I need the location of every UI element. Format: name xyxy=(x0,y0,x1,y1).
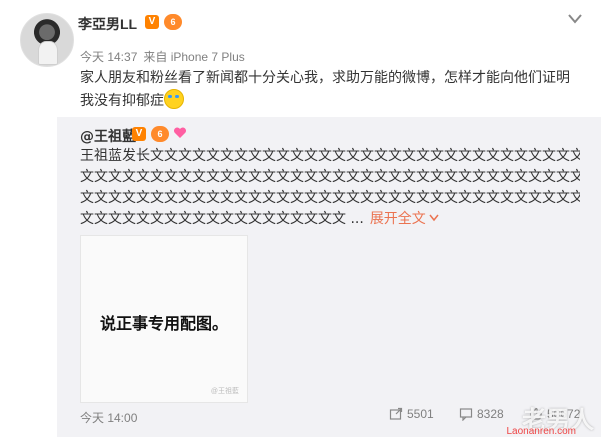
repost-text: 王祖蓝发长文文文文文文文文文文文文文文文文文文文文文文文文文文文文文文文文 文文… xyxy=(80,146,580,230)
post-source: 来自 iPhone 7 Plus xyxy=(143,50,245,64)
vip-badge-icon: 6 xyxy=(164,14,182,30)
expand-chevron-icon xyxy=(429,214,439,222)
site-watermark: 老男人 Laonanren.com xyxy=(378,404,600,437)
post-content-line-2-text: 我没有抑郁症 xyxy=(80,93,164,109)
verified-badge-icon: V xyxy=(145,15,159,29)
repost-vip-badge-icon: 6 xyxy=(151,126,169,142)
heart-icon xyxy=(173,127,187,138)
repost-text-line-1: 王祖蓝发长文文文文文文文文文文文文文文文文文文文文文文文文文文文文文文文文 xyxy=(80,148,580,164)
post-username[interactable]: 李亞男LL xyxy=(78,14,137,34)
repost-time[interactable]: 今天 14:00 xyxy=(80,409,137,426)
repost-vip-level: 6 xyxy=(157,129,163,139)
repost-username[interactable]: @王祖藍 xyxy=(80,126,136,146)
chevron-down-icon[interactable] xyxy=(566,12,584,26)
repost-text-line-2: 文文文文文文文文文文文文文文文文文文文文文文文文文文文文文文文文文文文文文文文文… xyxy=(80,169,580,185)
post-content-line-2: 我没有抑郁症 xyxy=(80,89,585,112)
repost-text-line-4-text: 文文文文文文文文文文文文文文文文文文文 ... xyxy=(80,211,364,227)
site-watermark-url: Laonanren.com xyxy=(506,426,577,437)
vip-badge-level: 6 xyxy=(170,17,176,27)
image-watermark: @王祖藍 xyxy=(210,388,239,395)
weibo-post: 李亞男LL V 6 今天 14:37 来自 iPhone 7 Plus 家人朋友和… xyxy=(0,0,601,437)
repost-text-line-3: 文文文文文文文文文文文文文文文文文文文文文文文文文文文文文文文文文文文文文文文文… xyxy=(80,190,580,206)
post-content-line-1: 家人朋友和粉丝看了新闻都十分关心我，求助万能的微博，怎样才能向他们证明 xyxy=(80,70,570,86)
post-time[interactable]: 今天 14:37 xyxy=(80,50,137,64)
post-content: 家人朋友和粉丝看了新闻都十分关心我，求助万能的微博，怎样才能向他们证明 我没有抑… xyxy=(80,67,585,112)
avatar[interactable] xyxy=(20,13,74,67)
expand-full-text-link[interactable]: 展开全文 xyxy=(370,211,439,227)
image-caption: 说正事专用配图。 xyxy=(99,314,228,333)
repost-card: @王祖藍 V 6 王祖蓝发长文文文文文文文文文文文文文文文文文文文文文文文文文文… xyxy=(57,117,601,437)
post-meta: 今天 14:37 来自 iPhone 7 Plus xyxy=(80,48,245,65)
repost-verified-badge-icon: V xyxy=(132,127,146,141)
repost-text-line-4: 文文文文文文文文文文文文文文文文文文文 ... 展开全文 xyxy=(80,209,580,230)
expand-label: 展开全文 xyxy=(369,211,426,227)
crying-laughing-emoji-icon xyxy=(164,89,184,109)
repost-image[interactable]: 说正事专用配图。 @王祖藍 xyxy=(80,235,248,403)
